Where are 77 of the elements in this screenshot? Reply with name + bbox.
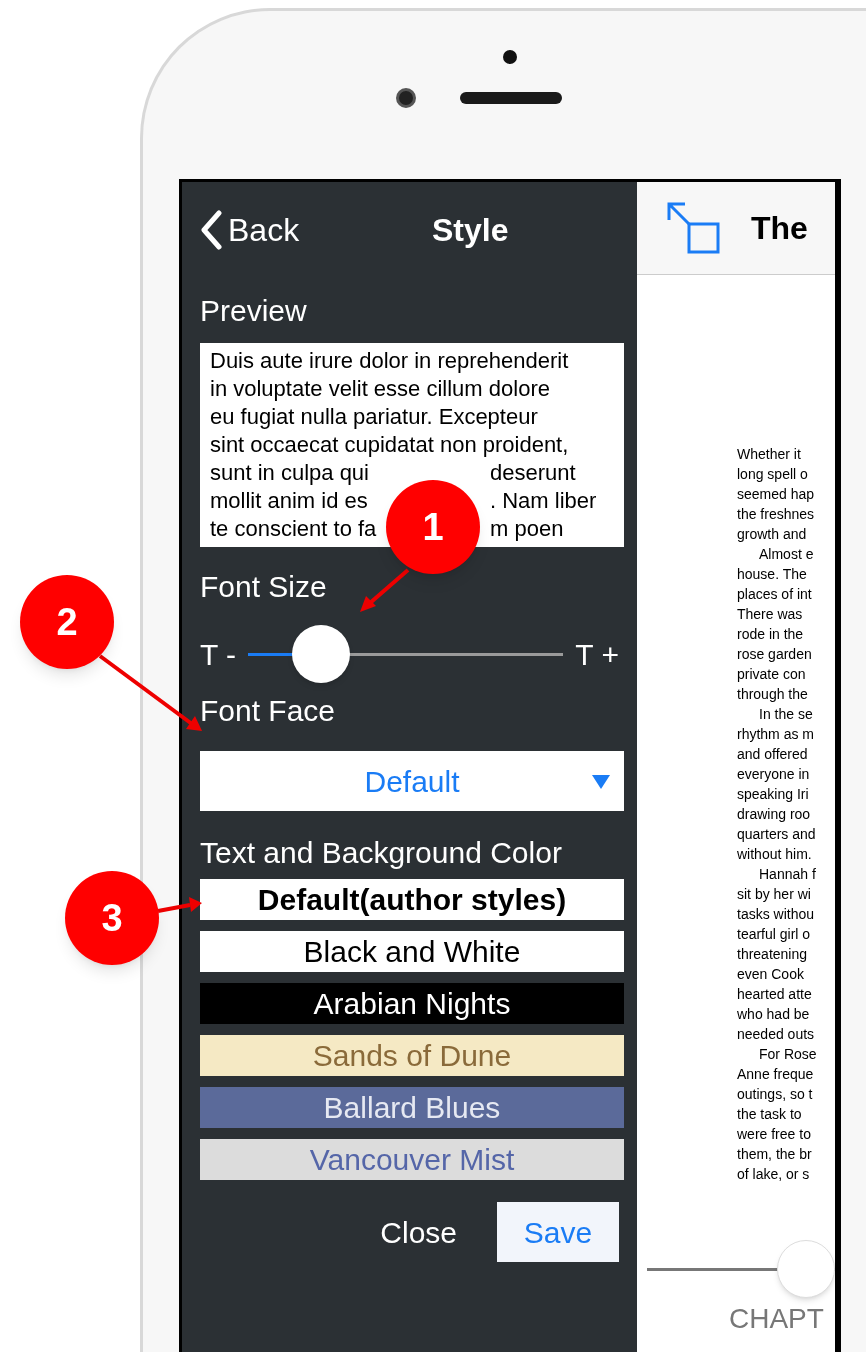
page-text-line: seemed hap [737,485,815,504]
page-text-line: the task to [737,1105,802,1124]
callout-badge: 3 [65,871,159,965]
page-text-line: quarters and [737,825,816,844]
page-text-line: growth and [737,525,807,544]
page-text-line: sit by her wi [737,885,811,904]
page-text-line: rose garden [737,645,812,664]
dropdown-caret-icon [592,775,610,789]
page-text-line: speaking Iri [737,785,809,804]
page-text-line: of lake, or s [737,1165,810,1184]
color-theme-option[interactable]: Ballard Blues [200,1087,624,1128]
preview-text: . Nam liber [490,488,597,513]
color-theme-option[interactable]: Black and White [200,931,624,972]
back-button[interactable]: Back [200,205,300,254]
page-text-line: Hannah f [758,865,816,884]
page-text-line: private con [737,665,806,684]
page-text-line: even Cook [737,965,804,984]
page-text-line: In the se [758,705,813,724]
color-theme-option[interactable]: Sands of Dune [200,1035,624,1076]
page-text-line: hearted atte [737,985,812,1004]
page-text-line: places of int [737,585,812,604]
section-label: Font Face [200,693,337,729]
page-text-line: For Rose [758,1045,817,1064]
preview-text: mollit anim id es [210,488,368,513]
preview-text: sunt in culpa qui [210,460,369,485]
page-text-line: the freshnes [737,505,815,524]
page-text-line: were free to [737,1125,811,1144]
page-text-line: threatening [737,945,808,964]
section-label: Font Size [200,569,327,605]
color-theme-option[interactable]: Arabian Nights [200,983,624,1024]
chapter-progress-slider[interactable] [647,1240,835,1298]
page-text-line: long spell o [737,465,808,484]
preview-text: te conscient to fa [210,516,377,541]
page-text-line: them, the br [737,1145,812,1164]
page-text-line: drawing roo [737,805,811,824]
preview-text: Duis aute irure dolor in reprehenderit [210,348,569,373]
panel-title: Style [432,210,509,250]
page-text-line: tearful girl o [737,925,811,944]
section-label: Text and Background Color [200,835,563,871]
section-label: Preview [200,293,308,329]
back-chevron-icon [200,209,222,250]
page-text-line: and offered [737,745,808,764]
preview-text: sint occaecat cupidatat non proident, [210,432,569,457]
callout-arrow [360,568,410,612]
close-button[interactable]: Close [368,1202,469,1262]
page-text-line: rode in the [737,625,804,644]
font-smaller-label: T - [200,636,237,673]
page-text-line: Almost e [758,545,814,564]
slider-thumb[interactable] [291,625,350,683]
font-size-slider[interactable] [248,625,564,683]
page-text-line: needed outs [737,1025,815,1044]
font-larger-label: T + [575,636,619,673]
font-face-dropdown[interactable]: Default [200,751,624,811]
page-text-line: everyone in [737,765,810,784]
color-theme-option[interactable]: Default(author styles) [200,879,624,920]
page-text-line: outings, so t [737,1085,813,1104]
page-text-line: Anne freque [737,1065,814,1084]
page-text-line: There was [737,605,803,624]
page-text-line: rhythm as m [737,725,814,744]
color-theme-option[interactable]: Vancouver Mist [200,1139,624,1180]
preview-text: m poen [490,516,564,541]
expand-icon [667,202,721,254]
preview-text: eu fugiat nulla pariatur. Excepteur [210,404,538,429]
callout-arrow [157,897,202,913]
page-text-line: who had be [737,1005,810,1024]
chapter-label: CHAPT [729,1302,824,1336]
callout-badge: 2 [20,575,114,669]
slider-thumb[interactable] [777,1240,835,1298]
page-text-line: house. The [737,565,807,584]
page-text-line: without him. [737,845,812,864]
page-text-line: through the [737,685,808,704]
preview-text: deserunt [490,460,576,485]
page-text-line: Whether it [737,445,801,464]
save-button[interactable]: Save [497,1202,619,1262]
page-text-line: tasks withou [737,905,815,924]
preview-text: in voluptate velit esse cillum dolore [210,376,550,401]
book-title: The [751,209,808,248]
